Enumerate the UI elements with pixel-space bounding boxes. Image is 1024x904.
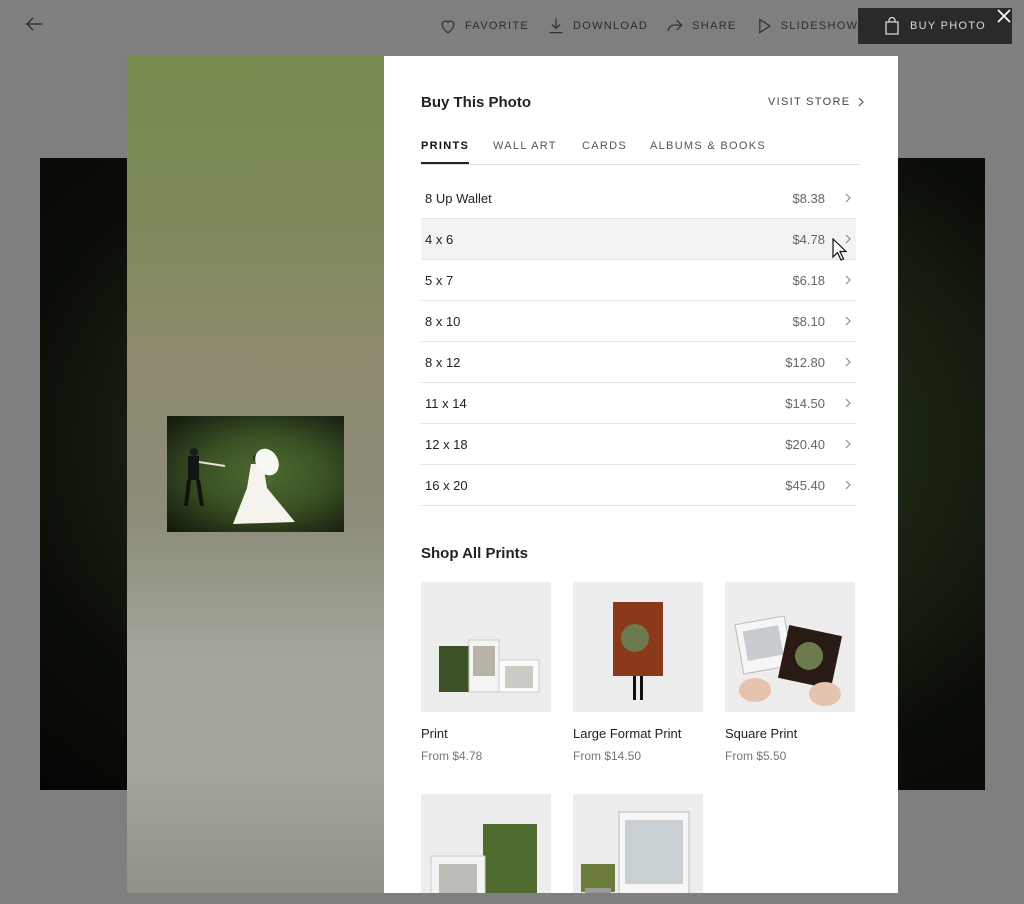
- size-row[interactable]: 8 x 10 $8.10: [421, 301, 856, 342]
- chevron-right-icon: [858, 97, 865, 107]
- product-tabs: PRINTS WALL ART CARDS ALBUMS & BOOKS: [421, 134, 860, 165]
- slideshow-button[interactable]: SLIDESHOW: [754, 16, 859, 36]
- product-image: [573, 794, 703, 893]
- product-name: Print: [421, 726, 448, 741]
- download-icon: [549, 18, 563, 34]
- share-button[interactable]: SHARE: [665, 16, 736, 36]
- product-card-canvas[interactable]: [421, 794, 551, 893]
- size-name: 8 Up Wallet: [425, 191, 492, 206]
- visit-store-link[interactable]: VISIT STORE: [768, 96, 866, 108]
- size-price: $20.40: [785, 437, 825, 452]
- toolbar-actions: FAVORITE DOWNLOAD SHARE SLIDESHOW: [438, 14, 875, 38]
- product-card-print[interactable]: Print From $4.78: [421, 582, 551, 763]
- tab-wall-art[interactable]: WALL ART: [493, 140, 557, 162]
- chevron-right-icon: [845, 480, 851, 490]
- chevron-right-icon: [845, 357, 851, 367]
- size-name: 4 x 6: [425, 232, 454, 247]
- size-row[interactable]: 12 x 18 $20.40: [421, 424, 856, 465]
- size-row[interactable]: 8 Up Wallet $8.38: [421, 178, 856, 219]
- buy-photo-label: BUY PHOTO: [909, 20, 987, 32]
- chevron-right-icon: [845, 275, 851, 285]
- product-card-square-print[interactable]: Square Print From $5.50: [725, 582, 855, 763]
- chevron-right-icon: [845, 439, 851, 449]
- product-name: Square Print: [725, 726, 798, 741]
- chevron-right-icon: [845, 234, 851, 244]
- size-price: $45.40: [785, 478, 825, 493]
- size-row[interactable]: 5 x 7 $6.18: [421, 260, 856, 301]
- product-price: From $5.50: [725, 749, 787, 763]
- product-price: From $14.50: [573, 749, 642, 763]
- chevron-right-icon: [845, 398, 851, 408]
- visit-store-label: VISIT STORE: [768, 96, 851, 108]
- favorite-label: FAVORITE: [465, 20, 529, 32]
- size-price: $8.10: [792, 314, 825, 329]
- size-price: $8.38: [792, 191, 825, 206]
- product-card-large-format-print[interactable]: Large Format Print From $14.50: [573, 582, 703, 763]
- tab-cards[interactable]: CARDS: [582, 140, 627, 162]
- size-name: 16 x 20: [425, 478, 468, 493]
- chevron-right-icon: [845, 316, 851, 326]
- product-price: From $4.78: [421, 749, 483, 763]
- product-image: [573, 582, 703, 712]
- product-name: Large Format Print: [573, 726, 682, 741]
- size-name: 8 x 12: [425, 355, 461, 370]
- size-name: 11 x 14: [425, 396, 467, 411]
- tab-albums-books[interactable]: ALBUMS & BOOKS: [650, 140, 766, 162]
- panel-title: Buy This Photo: [421, 94, 531, 111]
- back-arrow-icon[interactable]: [22, 12, 46, 36]
- share-label: SHARE: [692, 20, 737, 32]
- size-row[interactable]: 8 x 12 $12.80: [421, 342, 856, 383]
- buy-photo-panel: Buy This Photo VISIT STORE PRINTS WALL A…: [384, 56, 898, 893]
- size-price: $14.50: [785, 396, 825, 411]
- size-row[interactable]: 4 x 6 $4.78: [421, 219, 856, 260]
- download-label: DOWNLOAD: [572, 20, 649, 32]
- product-image: [421, 582, 551, 712]
- tab-prints[interactable]: PRINTS: [421, 140, 470, 164]
- product-card-framed-print[interactable]: [573, 794, 703, 893]
- close-icon[interactable]: [995, 7, 1013, 25]
- selected-photo-thumbnail: [167, 416, 344, 532]
- product-image: [725, 582, 855, 712]
- size-name: 12 x 18: [425, 437, 468, 452]
- size-name: 5 x 7: [425, 273, 454, 288]
- download-button[interactable]: DOWNLOAD: [546, 16, 648, 36]
- size-row[interactable]: 11 x 14 $14.50: [421, 383, 856, 424]
- shop-all-prints-heading: Shop All Prints: [421, 545, 528, 562]
- slideshow-label: SLIDESHOW: [780, 20, 859, 32]
- favorite-button[interactable]: FAVORITE: [438, 16, 529, 36]
- product-image: [421, 794, 551, 893]
- heart-icon: [441, 20, 455, 34]
- buy-photo-button[interactable]: BUY PHOTO: [858, 8, 1012, 44]
- print-size-list: 8 Up Wallet $8.38 4 x 6 $4.78 5 x 7 $6.1…: [421, 178, 856, 506]
- size-price: $4.78: [792, 232, 825, 247]
- play-icon: [758, 18, 771, 34]
- size-price: $6.18: [792, 273, 825, 288]
- shopping-bag-icon: [885, 17, 899, 35]
- chevron-right-icon: [845, 193, 851, 203]
- share-icon: [667, 19, 683, 32]
- top-toolbar: FAVORITE DOWNLOAD SHARE SLIDESHOW BUY PH…: [0, 0, 1024, 52]
- size-row[interactable]: 16 x 20 $45.40: [421, 465, 856, 506]
- size-price: $12.80: [785, 355, 825, 370]
- size-name: 8 x 10: [425, 314, 461, 329]
